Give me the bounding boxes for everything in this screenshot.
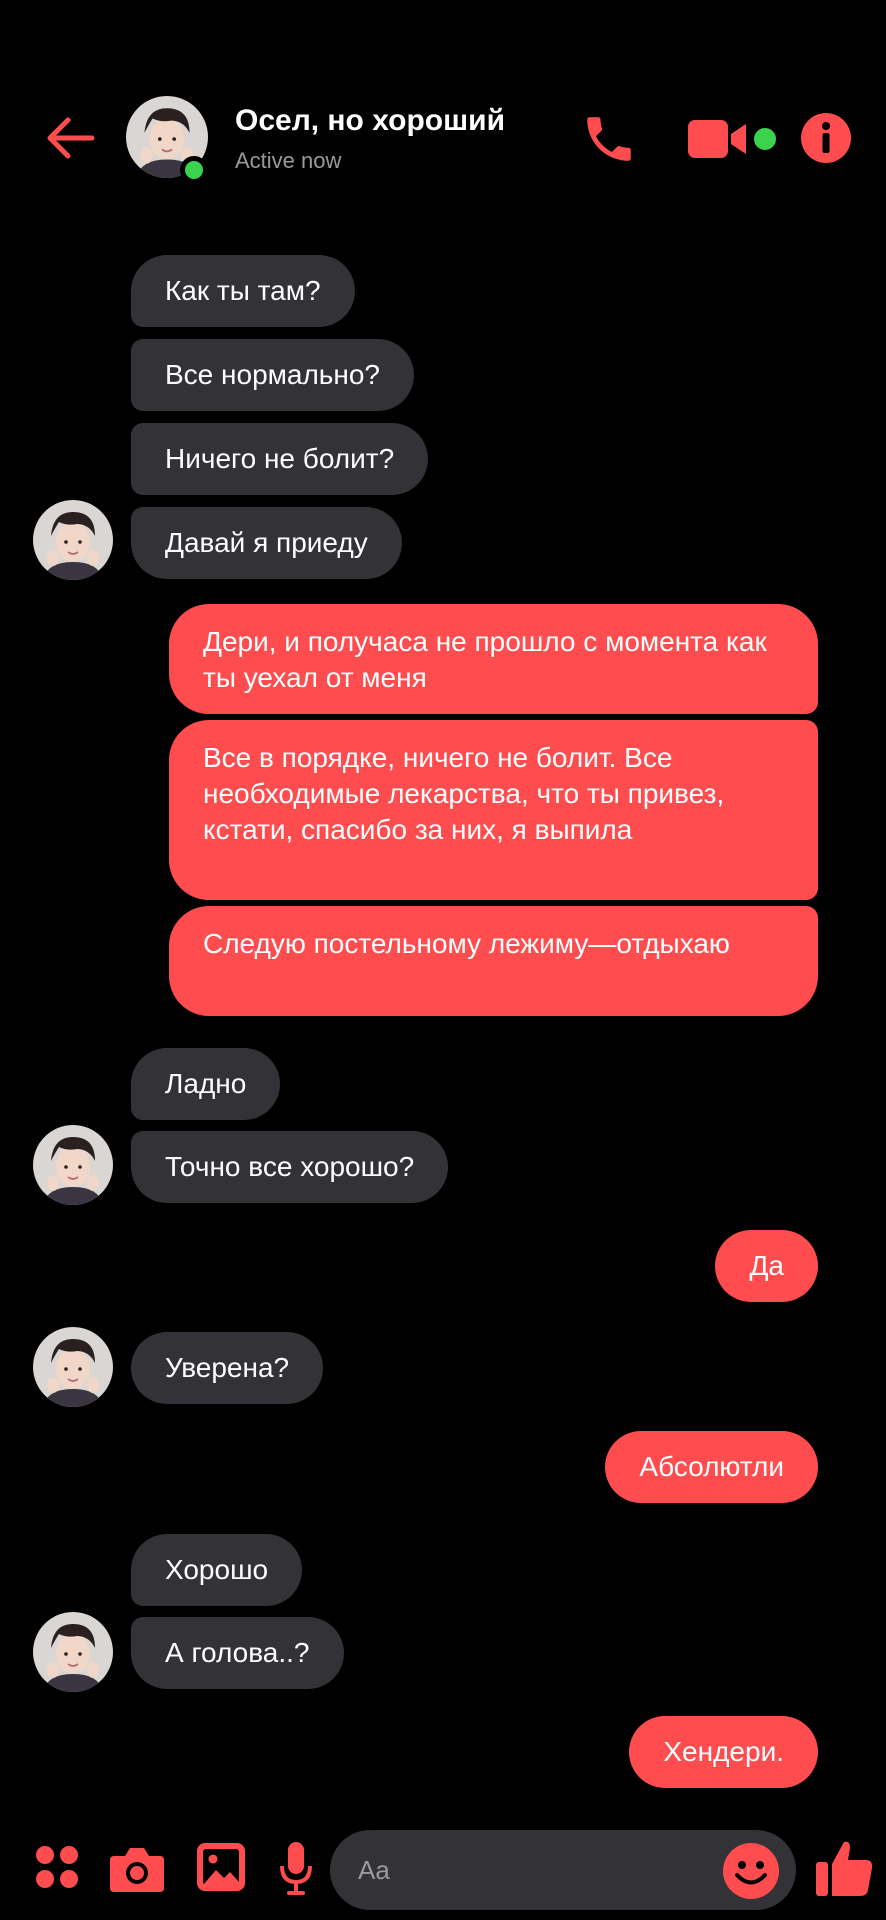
video-call-button[interactable] [688,118,748,160]
back-button[interactable] [40,108,100,168]
message-incoming[interactable]: Как ты там? [131,255,355,327]
message-incoming[interactable]: Давай я приеду [131,507,402,579]
sender-avatar[interactable] [33,1612,113,1692]
video-active-indicator [754,128,776,150]
camera-icon [110,1848,164,1892]
online-indicator [180,156,208,184]
info-button[interactable] [800,112,852,164]
message-incoming[interactable]: Точно все хорошо? [131,1131,449,1203]
sender-avatar[interactable] [33,1327,113,1407]
phone-icon [587,117,631,161]
sender-avatar[interactable] [33,1125,113,1205]
video-camera-icon [688,120,746,158]
message-outgoing[interactable]: Хендери. [629,1716,818,1788]
voice-message-button[interactable] [280,1842,312,1896]
message-outgoing[interactable]: Да [715,1230,818,1302]
message-incoming[interactable]: Хорошо [131,1534,303,1606]
message-outgoing[interactable]: Абсолютли [605,1431,818,1503]
microphone-icon [280,1842,312,1895]
apps-button[interactable] [34,1844,80,1890]
emoji-icon [723,1843,779,1899]
gallery-button[interactable] [196,1842,246,1892]
contact-name[interactable]: Осел, но хороший [235,104,505,138]
image-icon [197,1843,245,1891]
thumbs-up-icon [816,1841,873,1896]
arrow-left-icon [47,117,95,159]
message-incoming[interactable]: А голова..? [131,1617,344,1689]
like-button[interactable] [816,1838,874,1898]
sender-avatar[interactable] [33,500,113,580]
message-incoming[interactable]: Ладно [131,1048,281,1120]
apps-icon [36,1846,78,1888]
message-outgoing[interactable]: Дери, и получаса не прошло с момента как… [169,604,818,714]
message-incoming[interactable]: Все нормально? [131,339,414,411]
call-button[interactable] [580,110,638,168]
contact-status: Active now [235,148,342,173]
message-incoming[interactable]: Уверена? [131,1332,324,1404]
message-outgoing[interactable]: Следую постельному лежиму—отдыхаю [169,906,818,1016]
info-icon [801,113,851,163]
message-outgoing[interactable]: Все в порядке, ничего не болит. Все необ… [169,720,818,900]
emoji-button[interactable] [722,1842,780,1900]
chat-header: Осел, но хороший Active now [0,0,886,230]
message-incoming[interactable]: Ничего не болит? [131,423,429,495]
message-input-placeholder: Aa [358,1855,390,1885]
camera-button[interactable] [110,1844,164,1892]
